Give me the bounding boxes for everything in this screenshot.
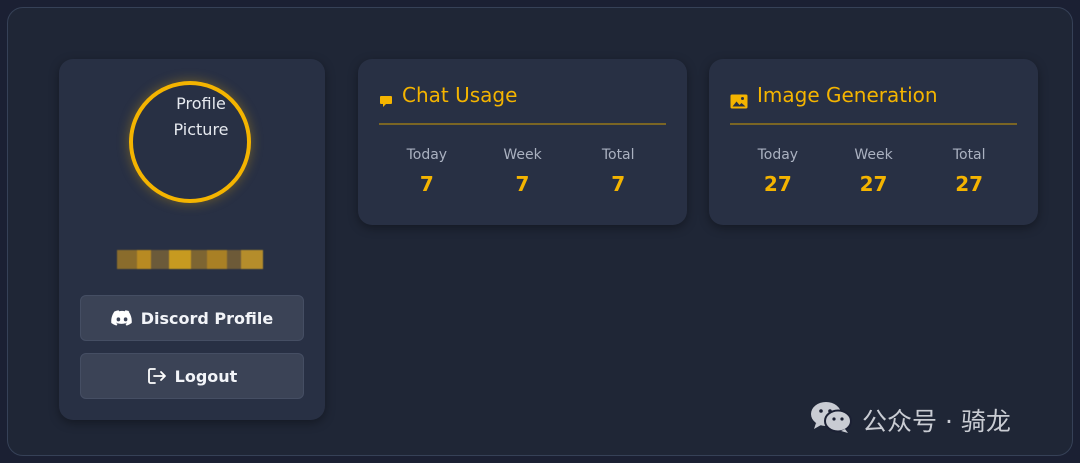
stat-label: Total: [601, 147, 635, 163]
stat-label: Week: [503, 147, 542, 163]
avatar-alt-text: Profile Picture: [173, 94, 229, 139]
dashboard-panel: Profile Picture Discord Profile Logout C…: [7, 7, 1073, 456]
chat-bubble-icon: [379, 88, 393, 116]
logout-label: Logout: [174, 366, 238, 386]
image-generation-card: Image Generation Today 27 Week 27 Total …: [709, 59, 1038, 225]
image-icon: [730, 88, 748, 116]
image-today-stat: Today 27: [730, 144, 826, 198]
image-total-stat: Total 27: [921, 144, 1017, 198]
watermark-text: 公众号 · 骑龙: [862, 407, 1011, 436]
chat-usage-header: Chat Usage: [379, 81, 666, 125]
image-generation-header: Image Generation: [730, 81, 1017, 125]
wechat-icon: [810, 400, 852, 440]
chat-today-stat: Today 7: [379, 144, 475, 198]
chat-week-stat: Week 7: [475, 144, 571, 198]
stat-value: 27: [763, 172, 792, 196]
watermark: 公众号 · 骑龙: [810, 400, 1011, 440]
profile-card: Profile Picture Discord Profile Logout: [59, 59, 325, 420]
stat-label: Today: [757, 147, 799, 163]
stat-value: 7: [611, 172, 626, 196]
image-generation-title: Image Generation: [757, 83, 938, 107]
stat-label: Today: [406, 147, 448, 163]
stat-label: Week: [854, 147, 893, 163]
image-week-stat: Week 27: [826, 144, 922, 198]
stat-value: 27: [955, 172, 984, 196]
stat-label: Total: [952, 147, 986, 163]
stat-value: 27: [859, 172, 888, 196]
logout-icon: [147, 367, 167, 385]
stat-value: 7: [515, 172, 530, 196]
stat-value: 7: [419, 172, 434, 196]
avatar: Profile Picture: [129, 81, 251, 203]
discord-profile-label: Discord Profile: [140, 308, 274, 328]
discord-icon: [110, 309, 133, 327]
username-redacted: [117, 250, 263, 269]
chat-total-stat: Total 7: [570, 144, 666, 198]
discord-profile-button[interactable]: Discord Profile: [80, 295, 304, 341]
logout-button[interactable]: Logout: [80, 353, 304, 399]
chat-usage-title: Chat Usage: [402, 83, 518, 107]
chat-usage-card: Chat Usage Today 7 Week 7 Total 7: [358, 59, 687, 225]
